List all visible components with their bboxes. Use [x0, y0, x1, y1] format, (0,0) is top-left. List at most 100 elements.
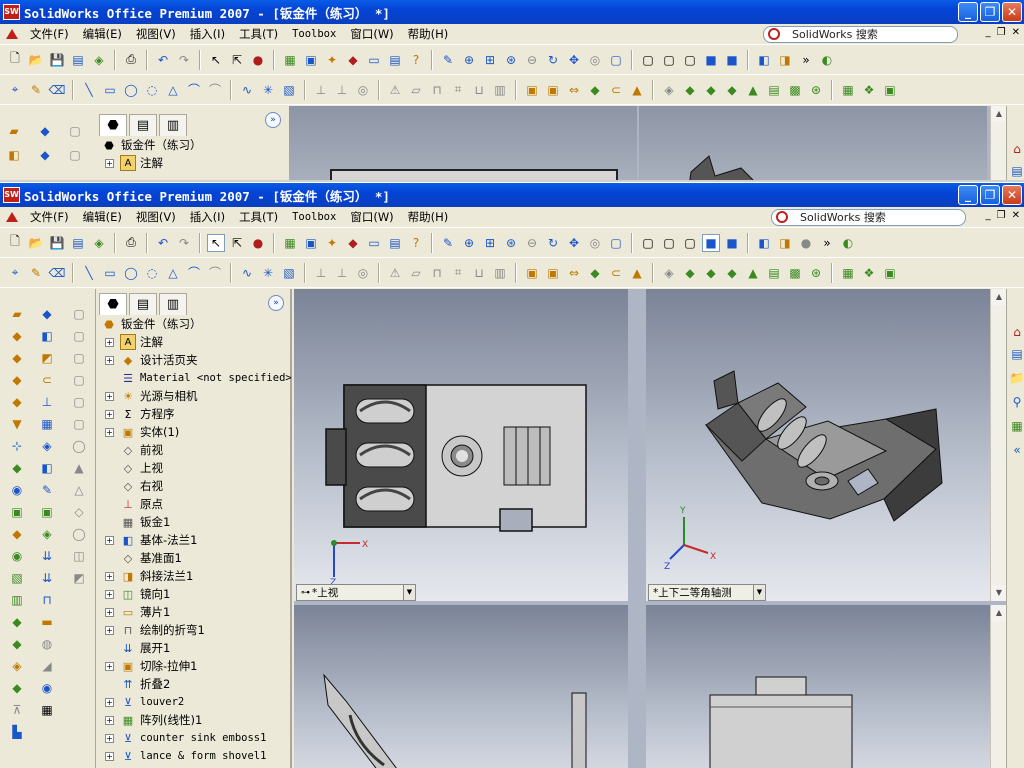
- cmd-sm-break-corner-icon[interactable]: ▦: [38, 701, 56, 719]
- spline-icon[interactable]: ∿: [238, 81, 256, 99]
- view-dropdown-icon[interactable]: ▼: [753, 585, 765, 600]
- save-icon[interactable]: 💾: [48, 234, 66, 252]
- cmd-extrude-surface-icon[interactable]: ▢: [70, 305, 88, 323]
- cmd-split-line-icon[interactable]: ✎: [38, 481, 56, 499]
- cmd-sm-relief-icon[interactable]: ▙: [8, 723, 26, 741]
- viewport-top[interactable]: X Z ⊶ *上视 ▼: [294, 289, 628, 601]
- display-icon[interactable]: ✦: [323, 51, 341, 69]
- sm-gusset-icon[interactable]: ▣: [881, 81, 899, 99]
- cmd-dome-icon[interactable]: ▼: [8, 415, 26, 433]
- zoom-area-icon[interactable]: ⊞: [481, 51, 499, 69]
- three-point-arc-icon[interactable]: ⌒: [206, 81, 224, 99]
- tree-item[interactable]: + ⊻ lance & form shovel1: [97, 747, 290, 765]
- cmd-loft-icon[interactable]: ◧: [38, 327, 56, 345]
- viewport-scrollbar-top[interactable]: ▲ ▼: [990, 289, 1007, 601]
- line-icon[interactable]: ╲: [80, 264, 98, 282]
- cmd-sm-closed-corner-icon[interactable]: ▧: [8, 569, 26, 587]
- menu-insert[interactable]: 插入(I): [183, 209, 232, 225]
- sm-cross-break-icon[interactable]: ❖: [860, 81, 878, 99]
- open-icon[interactable]: 📂: [27, 234, 45, 252]
- open-icon[interactable]: 📂: [27, 51, 45, 69]
- menu-help[interactable]: 帮助(H): [401, 26, 456, 42]
- tree-item[interactable]: + ☀ 光源与相机: [97, 387, 290, 405]
- select-icon[interactable]: ↖: [207, 51, 225, 69]
- cmd-chamfer-icon[interactable]: ◩: [38, 349, 56, 367]
- sm-forming-icon[interactable]: ⊛: [807, 81, 825, 99]
- bg-cmd-cut-icon[interactable]: ◆: [36, 146, 54, 164]
- display-icon[interactable]: ✦: [323, 234, 341, 252]
- appearance-icon[interactable]: ◆: [344, 51, 362, 69]
- menu-edit[interactable]: 编辑(E): [76, 26, 129, 42]
- sm-forming-icon[interactable]: ⊛: [807, 264, 825, 282]
- cmd-sm-unfold-icon[interactable]: ▥: [8, 591, 26, 609]
- sm-insert-bends-icon[interactable]: ▩: [786, 81, 804, 99]
- bg-tree-root[interactable]: ⬣ 钣金件（练习）: [97, 136, 287, 154]
- make-assembly-icon[interactable]: ◈: [90, 234, 108, 252]
- rotate-entities-icon[interactable]: ⊓: [428, 81, 446, 99]
- menu-view[interactable]: 视图(V): [129, 209, 183, 225]
- more-icon[interactable]: »: [818, 234, 836, 252]
- relations-icon[interactable]: ▥: [491, 81, 509, 99]
- make-drawing-icon[interactable]: ▤: [69, 51, 87, 69]
- tangent-arc-icon[interactable]: ⌒: [185, 81, 203, 99]
- cmd-hole-icon[interactable]: ⊥: [38, 393, 56, 411]
- roll-icon[interactable]: ◎: [586, 234, 604, 252]
- sm-jog-icon[interactable]: ⊂: [607, 264, 625, 282]
- line-icon[interactable]: ╲: [80, 81, 98, 99]
- shaded-edges-icon[interactable]: ■: [702, 51, 720, 69]
- sketch-sketch-icon[interactable]: ✎: [27, 81, 45, 99]
- sm-no-bends-icon[interactable]: ▲: [744, 264, 762, 282]
- cmd-knit-surface-icon[interactable]: ◯: [70, 437, 88, 455]
- sw-menu-icon[interactable]: [3, 209, 21, 225]
- cmd-sm-base-flange-icon[interactable]: ▣: [8, 503, 26, 521]
- point-icon[interactable]: ✳: [259, 81, 277, 99]
- feature-manager-tab[interactable]: ⬣: [99, 293, 127, 315]
- cmd-trim-surface-icon[interactable]: ◇: [70, 503, 88, 521]
- scroll-down-arrow[interactable]: ▼: [991, 585, 1007, 601]
- point-icon[interactable]: ✳: [259, 264, 277, 282]
- appearance-icon[interactable]: ◆: [344, 234, 362, 252]
- cmd-sm-insert-bends-icon[interactable]: ◆: [8, 635, 26, 653]
- tree-item[interactable]: + ⊻ counter sink emboss1: [97, 729, 290, 747]
- cmd-extend-surface-icon[interactable]: △: [70, 481, 88, 499]
- bg-cmd-revolve-icon[interactable]: ◆: [36, 122, 54, 140]
- tree-item[interactable]: + ▣ 实体(1): [97, 423, 290, 441]
- cmd-sweep-icon[interactable]: ◆: [8, 327, 26, 345]
- bg-library-icon[interactable]: ▤: [1008, 162, 1024, 180]
- cmd-mirror-icon[interactable]: ◆: [8, 459, 26, 477]
- fillet-icon[interactable]: ⊥: [312, 264, 330, 282]
- sm-gusset-icon[interactable]: ▣: [881, 264, 899, 282]
- menu-tools[interactable]: 工具(T): [232, 209, 285, 225]
- pan-icon[interactable]: ✥: [565, 234, 583, 252]
- bg-feature-tab[interactable]: ⬣: [99, 114, 127, 136]
- move-entities-icon[interactable]: ▱: [407, 81, 425, 99]
- cmd-revolve-surface-icon[interactable]: ▢: [70, 327, 88, 345]
- collapse-panel-icon[interactable]: »: [268, 295, 284, 311]
- standard-views-icon[interactable]: ▢: [607, 51, 625, 69]
- spline-icon[interactable]: ∿: [238, 264, 256, 282]
- menu-toolbox[interactable]: Toolbox: [285, 211, 343, 223]
- redo-icon[interactable]: ↷: [175, 51, 193, 69]
- cmd-revolve-icon[interactable]: ◆: [38, 305, 56, 323]
- tree-item[interactable]: + ◨ 斜接法兰1: [97, 567, 290, 585]
- sm-miter-icon[interactable]: ⇔: [565, 264, 583, 282]
- tree-item[interactable]: + A 注解: [97, 333, 290, 351]
- previous-view-icon[interactable]: ⊖: [523, 234, 541, 252]
- cmd-rib-icon[interactable]: ◆: [8, 371, 26, 389]
- cmd-sm-forming-tool-icon[interactable]: ◍: [38, 635, 56, 653]
- minimize-button[interactable]: _: [958, 2, 978, 22]
- pattern-entities-icon[interactable]: ⊔: [470, 264, 488, 282]
- menu-insert[interactable]: 插入(I): [183, 26, 232, 42]
- cmd-radiate-surface-icon[interactable]: ▢: [70, 415, 88, 433]
- cmd-sm-sketched-bend-icon[interactable]: ⇊: [38, 547, 56, 565]
- shaded-icon[interactable]: ■: [723, 51, 741, 69]
- expand-toggle-icon[interactable]: +: [105, 535, 114, 545]
- arc-icon[interactable]: ◌: [143, 81, 161, 99]
- redo-icon[interactable]: ↷: [175, 234, 193, 252]
- expand-toggle-icon[interactable]: +: [105, 607, 114, 617]
- help-icon[interactable]: ?: [407, 51, 425, 69]
- sm-flatten-icon[interactable]: ◆: [681, 81, 699, 99]
- motion-icon[interactable]: ◐: [839, 234, 857, 252]
- iso-view-label[interactable]: *上下二等角轴测 ▼: [648, 584, 766, 601]
- sm-rip-icon[interactable]: ▤: [765, 81, 783, 99]
